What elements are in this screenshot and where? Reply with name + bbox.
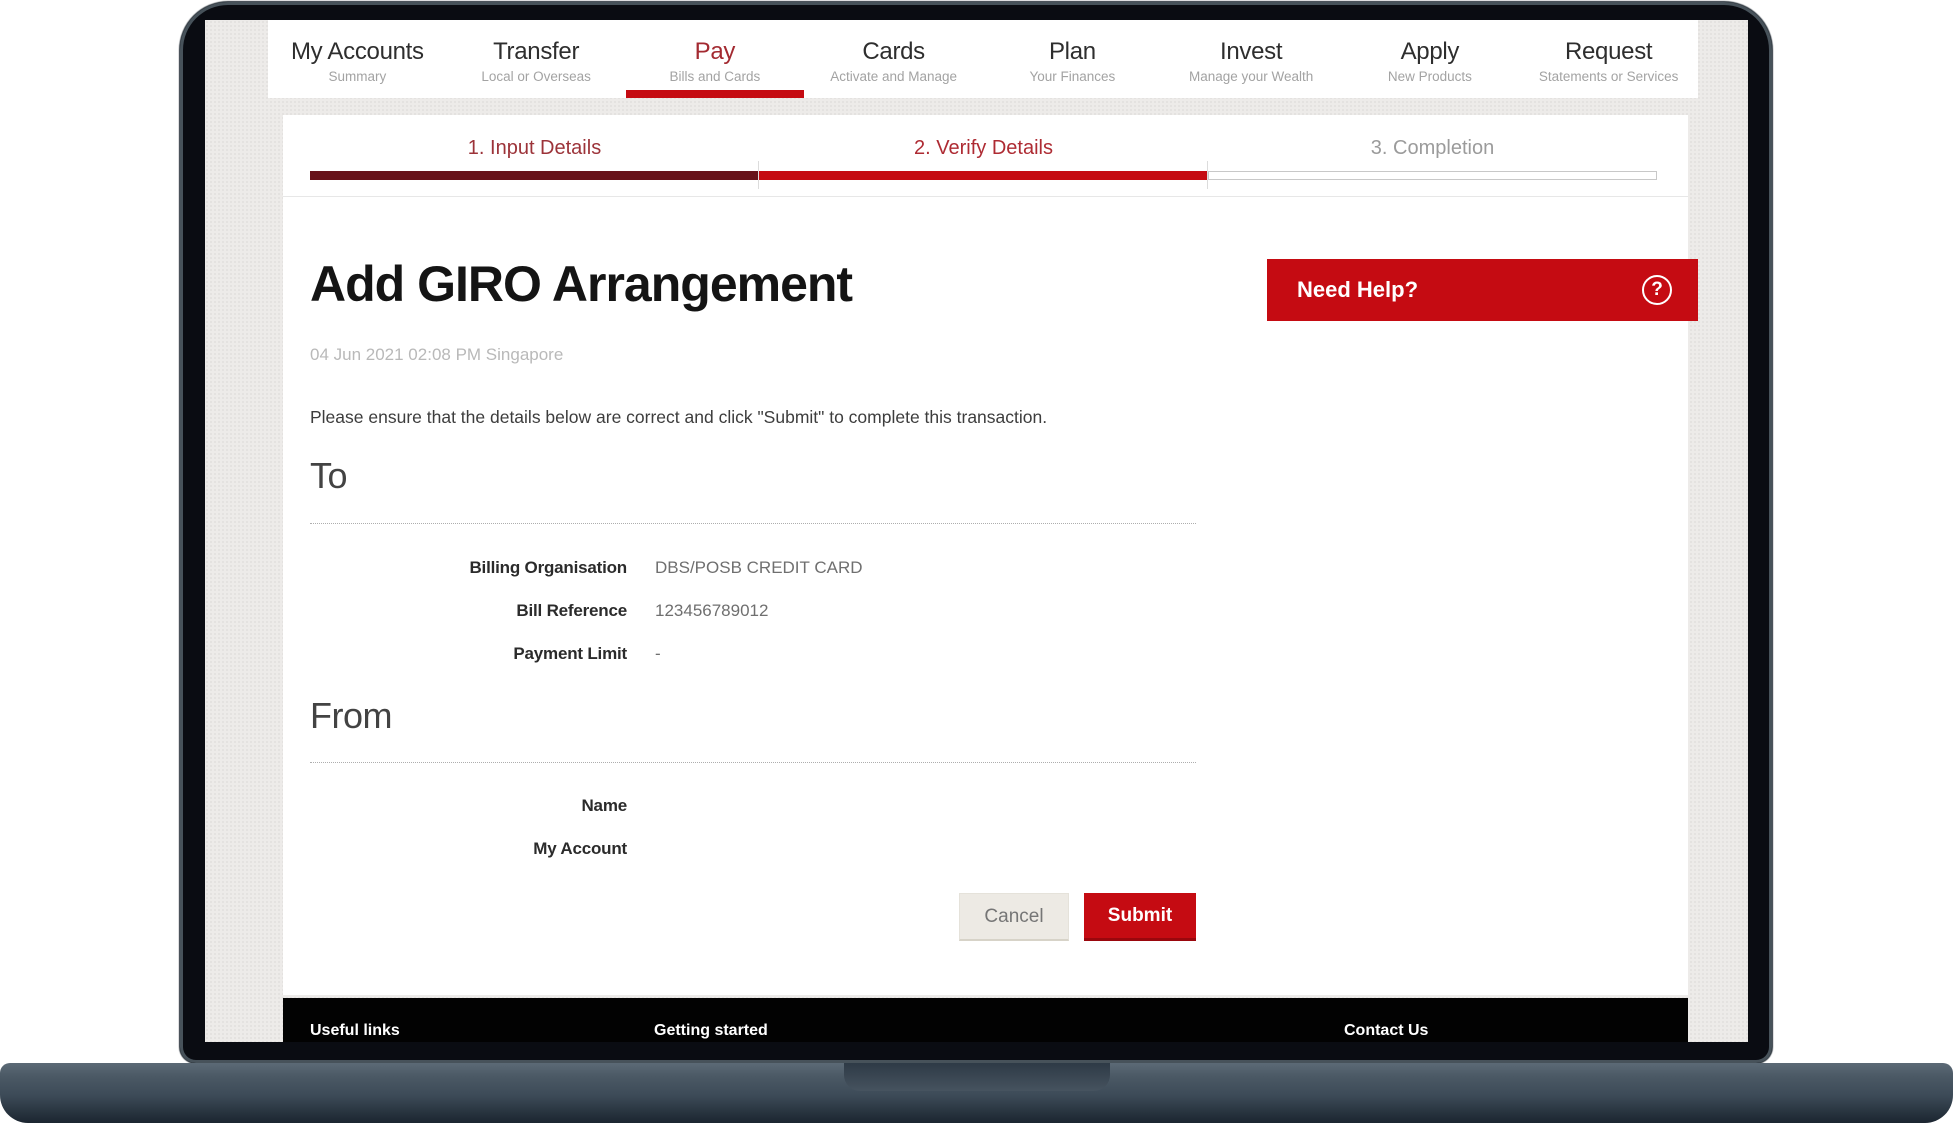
nav-sublabel: Your Finances bbox=[1029, 69, 1116, 84]
instruction-text: Please ensure that the details below are… bbox=[310, 407, 1048, 427]
step-progress-bar bbox=[1208, 171, 1657, 180]
detail-row-name: Name bbox=[310, 796, 1196, 821]
page-footer: Useful links Getting started Contact Us bbox=[283, 998, 1688, 1042]
wizard-progress: 1. Input Details 2. Verify Details 3. Co… bbox=[283, 115, 1688, 197]
nav-label: Pay bbox=[694, 38, 736, 65]
detail-row-my-account: My Account bbox=[310, 839, 1196, 864]
nav-sublabel: Activate and Manage bbox=[830, 69, 958, 84]
nav-label: Request bbox=[1564, 38, 1653, 65]
detail-label: Bill Reference bbox=[516, 601, 627, 620]
step-progress-bar bbox=[759, 171, 1208, 180]
nav-item-transfer[interactable]: Transfer Local or Overseas bbox=[447, 20, 626, 98]
wizard-step-input-details: 1. Input Details bbox=[310, 115, 759, 197]
nav-sublabel: Statements or Services bbox=[1538, 69, 1679, 84]
section-divider bbox=[310, 523, 1196, 524]
detail-label: Payment Limit bbox=[513, 644, 627, 663]
nav-sublabel: Summary bbox=[328, 69, 387, 84]
detail-row-billing-organisation: Billing Organisation DBS/POSB CREDIT CAR… bbox=[310, 558, 1196, 583]
detail-row-payment-limit: Payment Limit - bbox=[310, 644, 1196, 669]
footer-heading-useful-links: Useful links bbox=[310, 1022, 400, 1039]
nav-sublabel: New Products bbox=[1387, 69, 1472, 84]
to-details: Billing Organisation DBS/POSB CREDIT CAR… bbox=[310, 558, 1196, 687]
nav-item-pay[interactable]: Pay Bills and Cards bbox=[625, 20, 805, 98]
section-heading-to: To bbox=[310, 455, 348, 496]
nav-label: Invest bbox=[1220, 38, 1283, 65]
detail-label: Billing Organisation bbox=[469, 558, 627, 577]
detail-label: Name bbox=[581, 796, 627, 815]
step-progress-bar bbox=[310, 171, 759, 180]
need-help-button[interactable]: Need Help? ? bbox=[1267, 259, 1698, 321]
nav-item-my-accounts[interactable]: My Accounts Summary bbox=[268, 20, 447, 98]
detail-value: DBS/POSB CREDIT CARD bbox=[655, 558, 863, 577]
detail-row-bill-reference: Bill Reference 123456789012 bbox=[310, 601, 1196, 626]
detail-value bbox=[627, 796, 1196, 821]
detail-value: - bbox=[655, 644, 661, 663]
main-panel: 1. Input Details 2. Verify Details 3. Co… bbox=[283, 115, 1688, 995]
page: My Accounts Summary Transfer Local or Ov… bbox=[0, 0, 1953, 1125]
nav-item-apply[interactable]: Apply New Products bbox=[1341, 20, 1520, 98]
nav-label: Cards bbox=[862, 38, 925, 65]
nav-label: My Accounts bbox=[290, 38, 424, 65]
detail-label: My Account bbox=[533, 839, 627, 858]
section-heading-from: From bbox=[310, 695, 393, 736]
laptop-lid: My Accounts Summary Transfer Local or Ov… bbox=[180, 2, 1772, 1063]
page-title: Add GIRO Arrangement bbox=[310, 256, 853, 312]
from-details: Name My Account bbox=[310, 796, 1196, 882]
detail-value bbox=[627, 839, 1196, 864]
nav-sublabel: Local or Overseas bbox=[481, 69, 591, 84]
nav-sublabel: Manage your Wealth bbox=[1188, 69, 1314, 84]
transaction-timestamp: 04 Jun 2021 02:08 PM Singapore bbox=[310, 345, 564, 364]
laptop-hinge-notch bbox=[844, 1063, 1110, 1091]
laptop-base bbox=[0, 1063, 1953, 1123]
detail-value: 123456789012 bbox=[655, 601, 769, 620]
footer-heading-contact-us: Contact Us bbox=[1344, 1022, 1429, 1039]
wizard-step-verify-details: 2. Verify Details bbox=[758, 115, 1208, 197]
nav-sublabel: Bills and Cards bbox=[669, 69, 761, 84]
cancel-button[interactable]: Cancel bbox=[959, 893, 1069, 941]
nav-item-invest[interactable]: Invest Manage your Wealth bbox=[1162, 20, 1341, 98]
top-navigation: My Accounts Summary Transfer Local or Ov… bbox=[268, 20, 1698, 98]
question-circle-icon: ? bbox=[1642, 275, 1672, 305]
nav-item-plan[interactable]: Plan Your Finances bbox=[983, 20, 1162, 98]
section-divider bbox=[310, 762, 1196, 763]
need-help-label: Need Help? bbox=[1297, 277, 1419, 302]
submit-button[interactable]: Submit bbox=[1084, 893, 1196, 941]
wizard-step-completion: 3. Completion bbox=[1207, 115, 1657, 197]
nav-item-cards[interactable]: Cards Activate and Manage bbox=[804, 20, 983, 98]
footer-heading-getting-started: Getting started bbox=[654, 1022, 768, 1039]
step-label: 2. Verify Details bbox=[914, 137, 1053, 159]
nav-label: Apply bbox=[1400, 38, 1460, 65]
nav-item-request[interactable]: Request Statements or Services bbox=[1519, 20, 1698, 98]
laptop-screen: My Accounts Summary Transfer Local or Ov… bbox=[205, 20, 1748, 1042]
nav-label: Transfer bbox=[493, 38, 580, 65]
step-label: 1. Input Details bbox=[467, 137, 602, 159]
step-label: 3. Completion bbox=[1370, 137, 1495, 159]
nav-label: Plan bbox=[1048, 38, 1096, 65]
